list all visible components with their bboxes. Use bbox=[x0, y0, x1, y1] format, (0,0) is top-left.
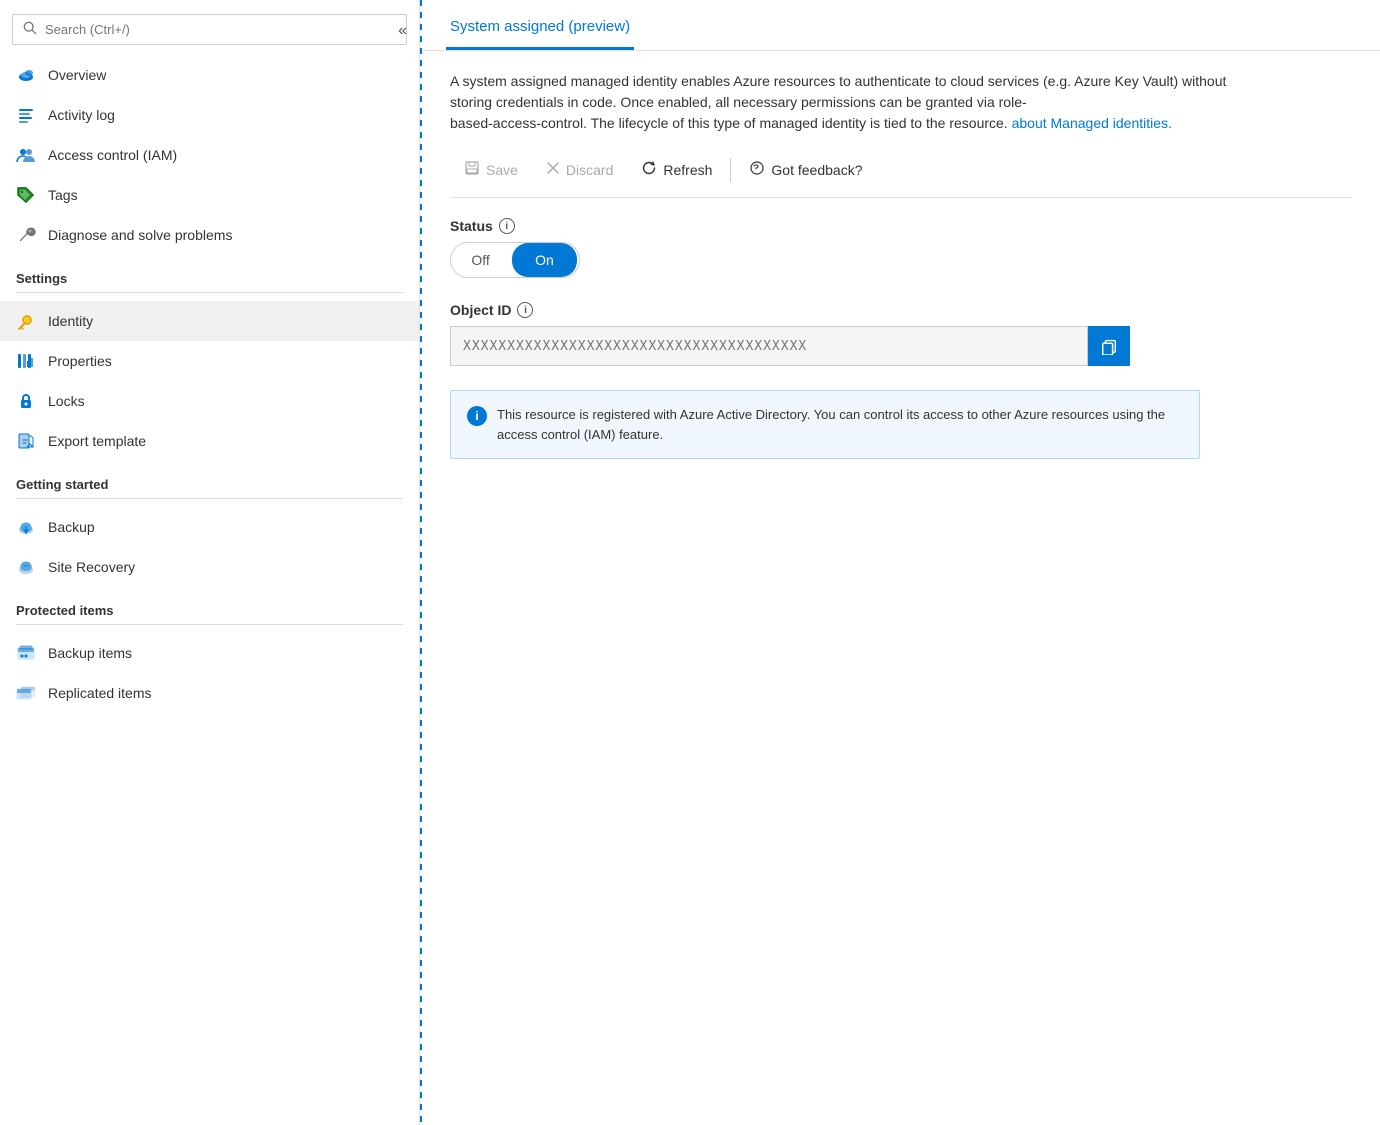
status-info-icon[interactable]: i bbox=[499, 218, 515, 234]
settings-divider bbox=[16, 292, 403, 293]
people-icon bbox=[16, 145, 36, 165]
toolbar-separator bbox=[730, 158, 731, 182]
info-banner-icon: i bbox=[467, 406, 487, 426]
backup-items-icon bbox=[16, 643, 36, 663]
refresh-label: Refresh bbox=[663, 162, 712, 178]
export-template-label: Export template bbox=[48, 433, 146, 449]
sidebar-item-access-control[interactable]: Access control (IAM) bbox=[0, 135, 419, 175]
sidebar-item-activity-log[interactable]: Activity log bbox=[0, 95, 419, 135]
object-id-info-icon[interactable]: i bbox=[517, 302, 533, 318]
wrench-icon bbox=[16, 225, 36, 245]
description-text: A system assigned managed identity enabl… bbox=[450, 71, 1250, 134]
protected-items-section-header: Protected items bbox=[0, 587, 419, 624]
info-banner: i This resource is registered with Azure… bbox=[450, 390, 1200, 459]
backup-label: Backup bbox=[48, 519, 95, 535]
identity-label: Identity bbox=[48, 313, 93, 329]
getting-started-divider bbox=[16, 498, 403, 499]
sidebar-item-locks[interactable]: Locks bbox=[0, 381, 419, 421]
discard-icon bbox=[546, 161, 560, 178]
object-id-label: Object ID i bbox=[450, 302, 1352, 318]
access-control-label: Access control (IAM) bbox=[48, 147, 177, 163]
tab-bar: System assigned (preview) bbox=[422, 0, 1380, 51]
content-area: A system assigned managed identity enabl… bbox=[422, 51, 1380, 1125]
settings-section-header: Settings bbox=[0, 255, 419, 292]
backup-cloud-icon bbox=[16, 517, 36, 537]
key-icon bbox=[16, 311, 36, 331]
site-recovery-icon bbox=[16, 557, 36, 577]
discard-label: Discard bbox=[566, 162, 613, 178]
copy-object-id-button[interactable] bbox=[1088, 326, 1130, 366]
lock-icon bbox=[16, 391, 36, 411]
copy-icon bbox=[1100, 337, 1118, 355]
properties-icon bbox=[16, 351, 36, 371]
sidebar-item-properties[interactable]: Properties bbox=[0, 341, 419, 381]
save-label: Save bbox=[486, 162, 518, 178]
feedback-icon bbox=[749, 160, 765, 179]
sidebar-item-tags[interactable]: Tags bbox=[0, 175, 419, 215]
toolbar: Save Discard Refresh bbox=[450, 154, 1352, 198]
refresh-button[interactable]: Refresh bbox=[627, 154, 726, 185]
sidebar-item-site-recovery[interactable]: Site Recovery bbox=[0, 547, 419, 587]
search-icon bbox=[23, 21, 37, 38]
sidebar-item-backup[interactable]: Backup bbox=[0, 507, 419, 547]
object-id-row bbox=[450, 326, 1130, 366]
sidebar-item-diagnose[interactable]: Diagnose and solve problems bbox=[0, 215, 419, 255]
status-label: Status i bbox=[450, 218, 1352, 234]
tab-system-assigned[interactable]: System assigned (preview) bbox=[446, 8, 634, 50]
object-id-section: Object ID i bbox=[450, 302, 1352, 366]
status-toggle[interactable]: Off On bbox=[450, 242, 580, 278]
replicated-items-label: Replicated items bbox=[48, 685, 152, 701]
properties-label: Properties bbox=[48, 353, 112, 369]
tags-label: Tags bbox=[48, 187, 78, 203]
search-input[interactable] bbox=[45, 22, 396, 37]
sidebar-nav: Overview Activity log bbox=[0, 55, 419, 1125]
sidebar-item-backup-items[interactable]: Backup items bbox=[0, 633, 419, 673]
discard-button[interactable]: Discard bbox=[532, 155, 627, 184]
object-id-input[interactable] bbox=[450, 326, 1088, 366]
diagnose-label: Diagnose and solve problems bbox=[48, 227, 232, 243]
learn-more-link[interactable]: about Managed identities. bbox=[1012, 115, 1172, 131]
save-button[interactable]: Save bbox=[450, 154, 532, 185]
backup-items-label: Backup items bbox=[48, 645, 132, 661]
cloud-icon bbox=[16, 65, 36, 85]
toggle-on-option[interactable]: On bbox=[512, 243, 577, 277]
info-banner-text: This resource is registered with Azure A… bbox=[497, 405, 1183, 444]
toggle-off-option[interactable]: Off bbox=[451, 243, 510, 277]
refresh-icon bbox=[641, 160, 657, 179]
site-recovery-label: Site Recovery bbox=[48, 559, 135, 575]
protected-items-divider bbox=[16, 624, 403, 625]
sidebar-item-identity[interactable]: Identity bbox=[0, 301, 419, 341]
feedback-button[interactable]: Got feedback? bbox=[735, 154, 876, 185]
status-section: Status i Off On bbox=[450, 218, 1352, 278]
sidebar: « Overview Activity l bbox=[0, 0, 420, 1125]
tag-icon bbox=[16, 185, 36, 205]
sidebar-item-export-template[interactable]: Export template bbox=[0, 421, 419, 461]
collapse-sidebar-button[interactable]: « bbox=[394, 18, 411, 44]
replicated-items-icon bbox=[16, 683, 36, 703]
feedback-label: Got feedback? bbox=[771, 162, 862, 178]
locks-label: Locks bbox=[48, 393, 85, 409]
export-icon bbox=[16, 431, 36, 451]
list-icon bbox=[16, 105, 36, 125]
activity-log-label: Activity log bbox=[48, 107, 115, 123]
save-icon bbox=[464, 160, 480, 179]
sidebar-item-replicated-items[interactable]: Replicated items bbox=[0, 673, 419, 713]
main-content: System assigned (preview) A system assig… bbox=[422, 0, 1380, 1125]
search-box[interactable] bbox=[12, 14, 407, 45]
sidebar-item-overview[interactable]: Overview bbox=[0, 55, 419, 95]
getting-started-section-header: Getting started bbox=[0, 461, 419, 498]
overview-label: Overview bbox=[48, 67, 106, 83]
